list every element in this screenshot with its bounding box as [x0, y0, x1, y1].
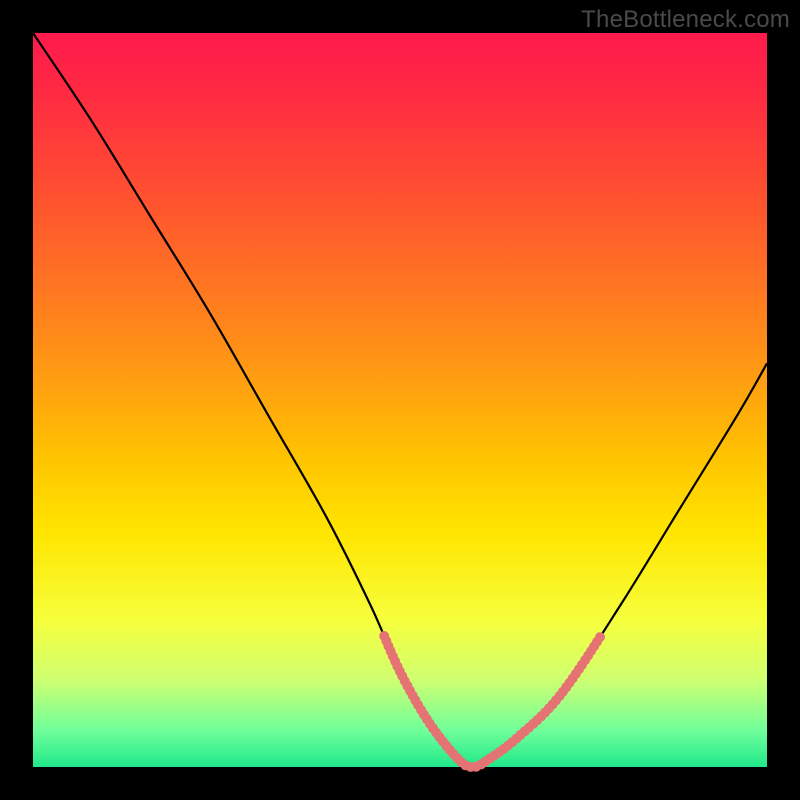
bottleneck-curve [33, 33, 767, 767]
highlight-markers [379, 631, 605, 772]
chart-svg [33, 33, 767, 767]
highlight-dot [595, 632, 605, 642]
chart-frame: TheBottleneck.com [0, 0, 800, 800]
watermark-text: TheBottleneck.com [581, 6, 790, 34]
